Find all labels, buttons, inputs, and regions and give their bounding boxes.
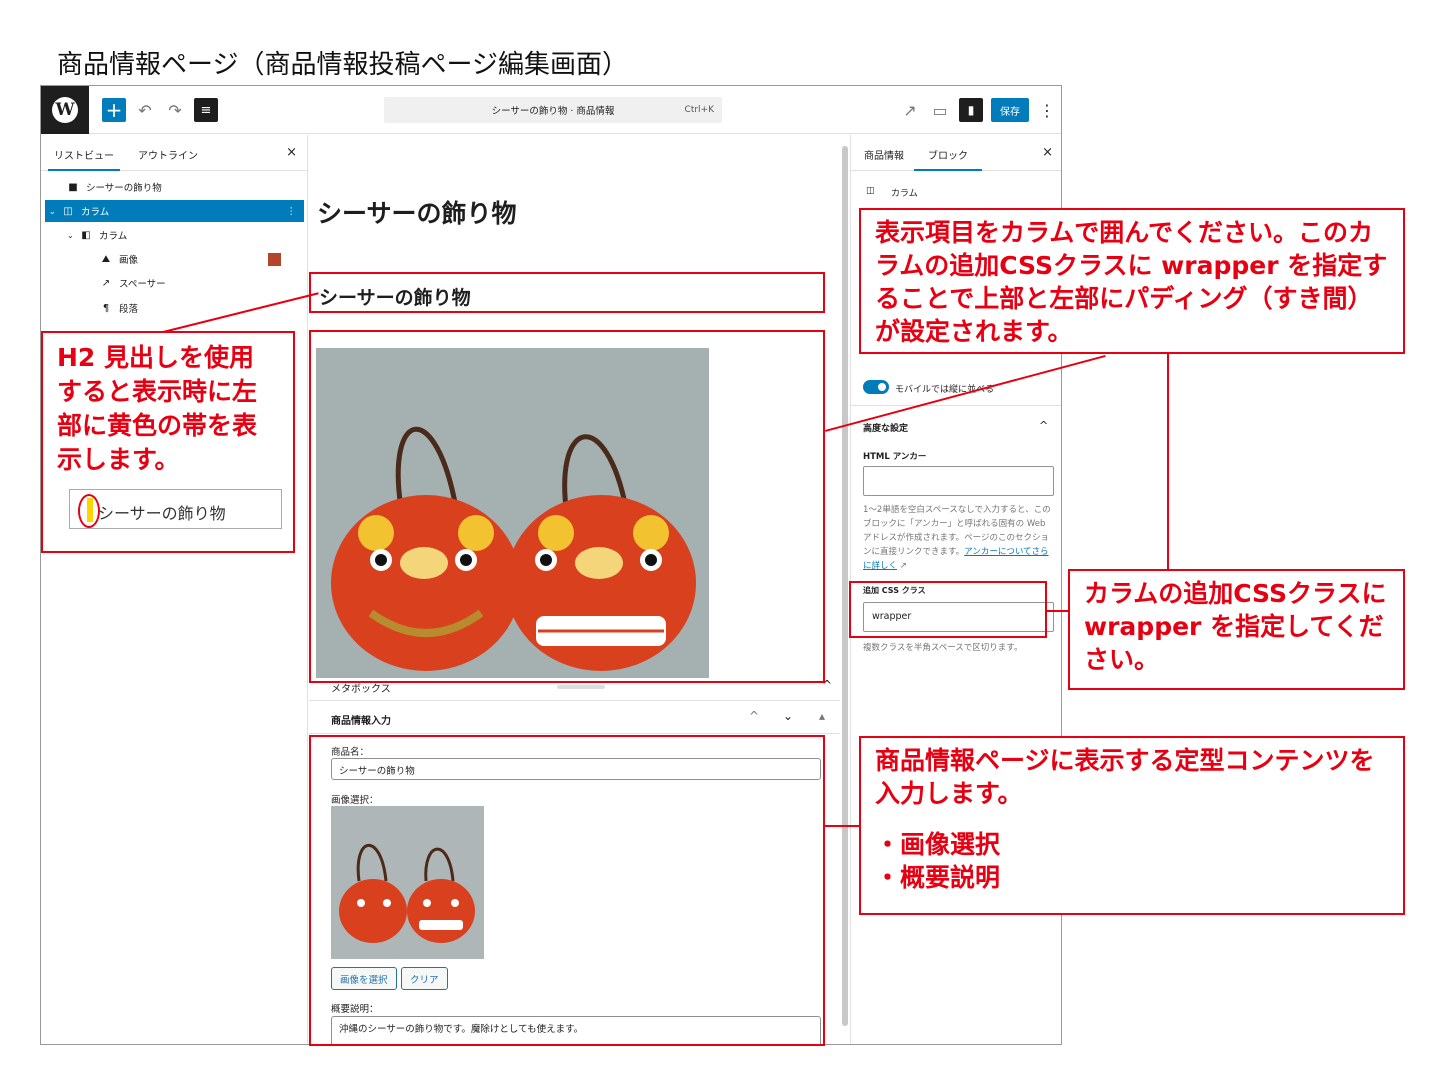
command-palette-bar[interactable]: シーサーの飾り物 · 商品情報 Ctrl+K <box>384 97 722 123</box>
close-icon[interactable]: × <box>1042 145 1053 160</box>
tab-outline[interactable]: アウトライン <box>138 147 198 162</box>
post-title[interactable]: シーサーの飾り物 <box>317 194 517 230</box>
meta-section-header: 商品情報入力 ^ ⌄ ▴ <box>309 700 840 734</box>
tab-block[interactable]: ブロック <box>914 147 982 171</box>
h2-demo-preview: シーサーの飾り物 <box>69 489 282 529</box>
css-class-annotation: カラムの追加CSSクラスに wrapper を指定してください。 <box>1068 569 1405 690</box>
more-options-icon[interactable]: ⋮ <box>1035 98 1059 122</box>
highlight-ring <box>78 494 100 528</box>
meta-section-title: 商品情報入力 <box>331 716 391 727</box>
list-item-selected[interactable]: ⌄ ◫ カラム ⋮ <box>45 200 304 222</box>
page-title: 商品情報ページ（商品情報投稿ページ編集画面） <box>57 50 628 80</box>
list-item[interactable]: ⌄ ◧ カラム <box>41 224 306 246</box>
anchor-help-text: 1〜2単語を空白スペースなしで入力すると、このブロックに「アンカー」と呼ばれる固… <box>863 505 1051 571</box>
spacer-icon: ↗ <box>101 277 111 289</box>
content-annotation: 商品情報ページに表示する定型コンテンツを入力します。 ・画像選択 ・概要説明 <box>859 736 1405 915</box>
list-item[interactable]: ■ シーサーの飾り物 <box>41 176 306 198</box>
divider <box>851 405 1061 406</box>
column-highlight-box <box>309 330 825 683</box>
connector-line <box>1167 352 1169 572</box>
css-class-highlight-box <box>849 581 1047 638</box>
html-anchor-input[interactable] <box>863 466 1054 496</box>
css-class-help: 複数クラスを半角スペースで区切ります。 <box>863 643 1023 653</box>
canvas-scrollbar[interactable] <box>842 146 848 1026</box>
stack-on-mobile-toggle[interactable] <box>863 380 889 394</box>
list-item[interactable]: ↗ スペーサー <box>41 272 306 294</box>
advanced-settings-label[interactable]: 高度な設定 <box>863 421 908 434</box>
save-button[interactable]: 保存 <box>991 98 1029 122</box>
chevron-down-icon[interactable]: ⌄ <box>49 207 61 216</box>
list-item[interactable]: ⛰ 画像 <box>41 248 306 270</box>
chevron-down-icon[interactable]: ⌄ <box>67 231 79 240</box>
add-block-button[interactable]: + <box>102 98 126 122</box>
settings-tabs: 商品情報 ブロック × <box>851 135 1061 171</box>
h2-highlight-box <box>309 272 825 313</box>
document-title: シーサーの飾り物 · 商品情報 <box>491 106 615 117</box>
list-view-panel: リストビュー アウトライン × ■ シーサーの飾り物 ⌄ ◫ カラム ⋮ ⌄ ◧… <box>41 135 308 1044</box>
block-name: カラム <box>891 189 918 199</box>
chevron-up-icon[interactable]: ^ <box>1039 419 1048 432</box>
connector-line <box>825 825 859 827</box>
list-view-tabs: リストビュー アウトライン × <box>41 135 307 171</box>
tab-product-info[interactable]: 商品情報 <box>864 147 904 162</box>
list-view-button[interactable]: ≡ <box>194 98 218 122</box>
move-up-icon[interactable]: ^ <box>749 709 759 723</box>
image-thumbnail <box>268 252 281 266</box>
wordpress-logo-icon[interactable]: W <box>41 86 89 134</box>
connector-line <box>1047 610 1069 612</box>
undo-icon[interactable]: ↶ <box>133 98 157 122</box>
content-highlight-box <box>309 735 825 1046</box>
content-note-lead: 商品情報ページに表示する定型コンテンツを入力します。 <box>875 746 1375 808</box>
image-icon: ⛰ <box>101 253 111 265</box>
view-post-icon[interactable]: ↗ <box>898 98 922 122</box>
settings-sidebar-button[interactable]: ▮ <box>959 98 983 122</box>
columns-icon: ◫ <box>63 205 73 217</box>
editor-toolbar: W + ↶ ↷ ≡ シーサーの飾り物 · 商品情報 Ctrl+K ↗ ▭ ▮ 保… <box>41 86 1061 134</box>
toggle-panel-icon[interactable]: ▴ <box>819 709 825 723</box>
block-options-icon[interactable]: ⋮ <box>287 206 297 217</box>
tab-list-view[interactable]: リストビュー <box>48 147 120 171</box>
content-note-item: ・画像選択 <box>875 830 1001 859</box>
column-annotation: 表示項目をカラムで囲んでください。このカラムの追加CSSクラスに wrapper… <box>859 208 1405 354</box>
column-icon: ◧ <box>81 229 91 241</box>
resize-handle[interactable] <box>557 685 605 689</box>
list-item[interactable]: ¶ 段落 <box>41 297 306 319</box>
content-note-item: ・概要説明 <box>875 863 1001 892</box>
html-anchor-label: HTML アンカー <box>863 452 927 462</box>
bookmark-icon: ■ <box>68 181 78 193</box>
columns-icon: ◫ <box>866 186 875 196</box>
command-shortcut: Ctrl+K <box>684 105 714 115</box>
move-down-icon[interactable]: ⌄ <box>783 709 793 723</box>
redo-icon[interactable]: ↷ <box>163 98 187 122</box>
device-preview-icon[interactable]: ▭ <box>928 98 952 122</box>
close-icon[interactable]: × <box>286 145 297 160</box>
paragraph-icon: ¶ <box>102 302 110 314</box>
